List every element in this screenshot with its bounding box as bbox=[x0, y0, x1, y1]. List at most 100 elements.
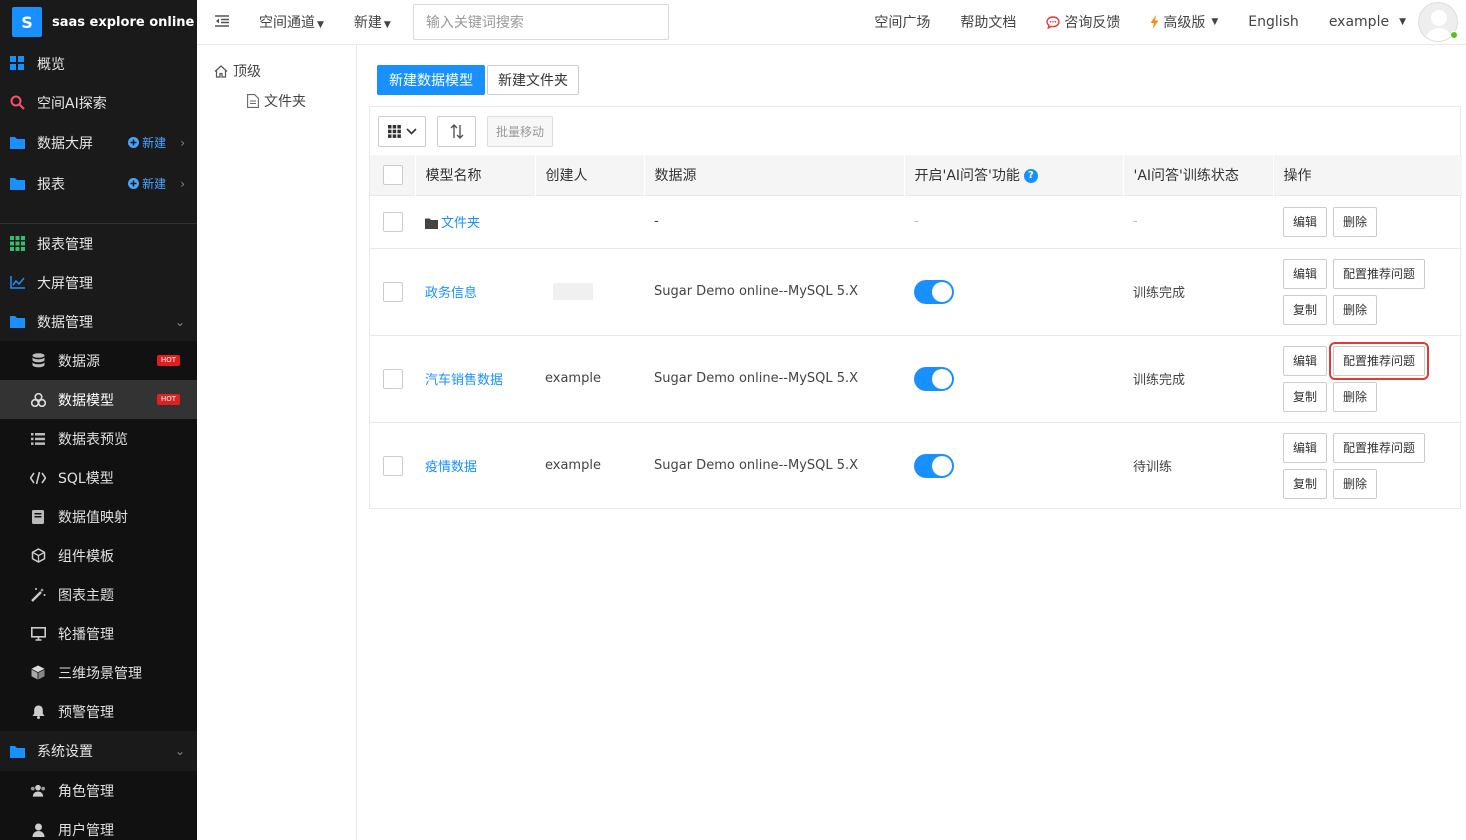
row-checkbox[interactable] bbox=[383, 281, 403, 302]
ops-cell: 编辑 删除 bbox=[1273, 194, 1462, 248]
row-checkbox[interactable] bbox=[383, 211, 403, 232]
sidebar-item-label: 预警管理 bbox=[58, 704, 114, 721]
sidebar-item-value-mapping[interactable]: 数据值映射 bbox=[0, 497, 197, 536]
brand[interactable]: S saas explore online bbox=[0, 0, 197, 44]
feedback-link[interactable]: 咨询反馈 bbox=[1046, 12, 1120, 32]
sidebar-item-label: 角色管理 bbox=[58, 783, 114, 800]
model-name-link[interactable]: 政务信息 bbox=[425, 286, 477, 301]
ops-group: 编辑 配置推荐问题 复制 删除 bbox=[1283, 432, 1443, 499]
folder-link[interactable]: 文件夹 bbox=[441, 216, 480, 231]
sidebar-item-report[interactable]: 报表 新建 › bbox=[0, 163, 197, 204]
sidebar-item-overview[interactable]: 概览 bbox=[0, 44, 197, 83]
model-icon bbox=[30, 392, 46, 407]
help-icon[interactable]: ? bbox=[1023, 168, 1038, 183]
batch-move-button[interactable]: 批量移动 bbox=[487, 116, 554, 147]
caret-down-icon: ▼ bbox=[317, 20, 324, 30]
ops-group: 编辑 删除 bbox=[1283, 206, 1443, 237]
sort-button[interactable] bbox=[437, 116, 476, 147]
sidebar-item-screen-manage[interactable]: 大屏管理 bbox=[0, 263, 197, 302]
model-name-link[interactable]: 疫情数据 bbox=[425, 460, 477, 475]
creator-cell: example bbox=[535, 421, 644, 509]
new-folder-button[interactable]: 新建文件夹 bbox=[487, 65, 579, 95]
name-cell: 汽车销售数据 bbox=[415, 334, 535, 422]
new-report-link[interactable]: 新建 bbox=[128, 175, 166, 192]
chevron-down-icon: ⌄ bbox=[174, 744, 185, 758]
view-mode-select[interactable] bbox=[378, 116, 426, 147]
sidebar-item-system-settings[interactable]: 系统设置 ⌄ bbox=[0, 731, 197, 771]
sidebar-item-dashboard[interactable]: 数据大屏 新建 › bbox=[0, 122, 197, 163]
sidebar-item-3d-scene[interactable]: 三维场景管理 bbox=[0, 653, 197, 692]
config-questions-button[interactable]: 配置推荐问题 bbox=[1333, 432, 1426, 463]
copy-button[interactable]: 复制 bbox=[1283, 294, 1328, 325]
col-header-name: 模型名称 bbox=[415, 155, 536, 195]
sidebar-item-label: 图表主题 bbox=[58, 587, 114, 604]
new-dashboard-link[interactable]: 新建 bbox=[128, 134, 166, 151]
hot-badge: HOT bbox=[157, 355, 181, 366]
sidebar-item-label: 报表 bbox=[37, 176, 65, 193]
checkbox-cell bbox=[370, 334, 415, 422]
sidebar-item-report-manage[interactable]: 报表管理 bbox=[0, 224, 197, 263]
new-label: 新建 bbox=[142, 136, 167, 150]
magic-wand-icon bbox=[30, 587, 46, 602]
sidebar-item-table-preview[interactable]: 数据表预览 bbox=[0, 419, 197, 458]
delete-button[interactable]: 删除 bbox=[1333, 206, 1378, 237]
ai-status-cell: 待训练 bbox=[1123, 421, 1273, 509]
model-name-link[interactable]: 汽车销售数据 bbox=[425, 373, 503, 388]
ai-enable-toggle[interactable] bbox=[914, 366, 954, 391]
sidebar-item-user-manage[interactable]: 用户管理 bbox=[0, 810, 197, 840]
ai-status-cell: - bbox=[1123, 194, 1273, 248]
delete-button[interactable]: 删除 bbox=[1333, 381, 1378, 412]
edit-button[interactable]: 编辑 bbox=[1283, 432, 1328, 463]
caret-down-icon: ▼ bbox=[383, 20, 391, 30]
line-chart-icon bbox=[9, 275, 25, 291]
sidebar-item-ai-explore[interactable]: 空间AI探索 bbox=[0, 83, 197, 122]
help-docs-link[interactable]: 帮助文档 bbox=[960, 12, 1016, 32]
sidebar-item-component-template[interactable]: 组件模板 bbox=[0, 536, 197, 575]
sidebar-item-carousel[interactable]: 轮播管理 bbox=[0, 614, 197, 653]
config-questions-button[interactable]: 配置推荐问题 bbox=[1333, 258, 1426, 289]
tree-root[interactable]: 顶级 bbox=[214, 61, 261, 81]
sidebar-item-chart-theme[interactable]: 图表主题 bbox=[0, 575, 197, 614]
premium-menu[interactable]: 高级版 ▼ bbox=[1150, 12, 1218, 32]
delete-button[interactable]: 删除 bbox=[1333, 294, 1378, 325]
creator-cell bbox=[535, 194, 644, 248]
edit-button[interactable]: 编辑 bbox=[1283, 206, 1328, 237]
edit-button[interactable]: 编辑 bbox=[1283, 345, 1328, 376]
copy-button[interactable]: 复制 bbox=[1283, 468, 1328, 499]
ai-enable-toggle[interactable] bbox=[914, 279, 954, 304]
model-table-panel: 批量移动 模型名称 创建人 数据源 开启'AI问答'功能? 'AI问答'训练状态… bbox=[369, 106, 1463, 509]
code-icon bbox=[30, 471, 46, 484]
row-checkbox[interactable] bbox=[383, 368, 403, 389]
language-switch[interactable]: English bbox=[1248, 14, 1299, 30]
chat-bubble-icon bbox=[1046, 15, 1061, 29]
new-menu[interactable]: 新建 ▼ bbox=[354, 12, 391, 32]
table-toolbar: 批量移动 bbox=[370, 107, 1460, 155]
space-channel-menu[interactable]: 空间通道 ▼ bbox=[259, 12, 324, 32]
space-plaza-link[interactable]: 空间广场 bbox=[874, 12, 930, 32]
sidebar-item-sql-model[interactable]: SQL模型 bbox=[0, 458, 197, 497]
sidebar-item-label: 数据大屏 bbox=[37, 135, 93, 152]
sidebar-item-datasource[interactable]: 数据源 HOT bbox=[0, 341, 197, 380]
hot-badge: HOT bbox=[157, 394, 181, 405]
sidebar-item-label: 数据表预览 bbox=[58, 431, 128, 448]
ai-enable-toggle[interactable] bbox=[914, 453, 954, 478]
sidebar-item-data-manage[interactable]: 数据管理 ⌄ bbox=[0, 302, 197, 341]
search-input[interactable]: 输入关键词搜索 bbox=[412, 4, 669, 40]
sidebar-item-role-manage[interactable]: 角色管理 bbox=[0, 771, 197, 810]
sidebar-item-label: 数据值映射 bbox=[58, 509, 128, 526]
copy-button[interactable]: 复制 bbox=[1283, 381, 1328, 412]
row-checkbox[interactable] bbox=[383, 455, 403, 476]
config-questions-button[interactable]: 配置推荐问题 bbox=[1329, 341, 1430, 380]
new-data-model-button[interactable]: 新建数据模型 bbox=[377, 65, 485, 95]
checkbox-cell bbox=[370, 247, 415, 335]
tree-node-folder[interactable]: 文件夹 bbox=[247, 91, 306, 111]
select-all-checkbox[interactable] bbox=[383, 164, 403, 185]
user-menu[interactable]: example ▼ bbox=[1329, 14, 1406, 30]
user-icon bbox=[30, 823, 46, 837]
edit-button[interactable]: 编辑 bbox=[1283, 258, 1328, 289]
table-row: 政务信息 Sugar Demo online--MySQL 5.X 训练完成 编… bbox=[370, 247, 1462, 335]
sidebar-item-alert[interactable]: 预警管理 bbox=[0, 692, 197, 731]
sidebar-item-data-model[interactable]: 数据模型 HOT bbox=[0, 380, 197, 419]
delete-button[interactable]: 删除 bbox=[1333, 468, 1378, 499]
collapse-menu-icon[interactable] bbox=[215, 15, 229, 29]
